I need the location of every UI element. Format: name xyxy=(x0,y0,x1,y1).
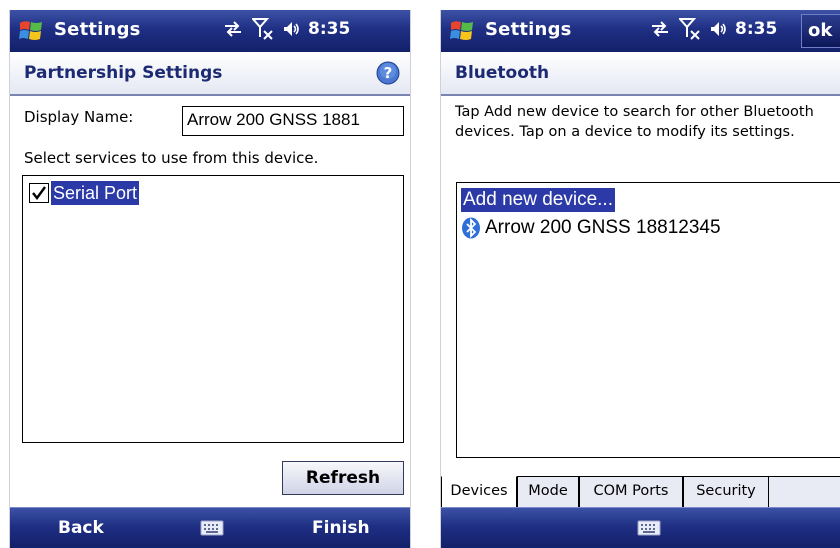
app-title: Settings xyxy=(54,19,141,40)
tab-strip: Devices Mode COM Ports Security xyxy=(441,476,840,509)
status-area: 8:35 xyxy=(222,17,350,41)
softkey-bar xyxy=(441,507,840,548)
keyboard-icon[interactable] xyxy=(200,519,224,541)
title-bar: Settings 8:35 xyxy=(10,10,410,52)
page-title: Partnership Settings xyxy=(24,63,223,83)
tab-devices[interactable]: Devices xyxy=(441,476,517,508)
list-item[interactable]: Serial Port xyxy=(29,181,140,205)
speaker-icon[interactable] xyxy=(709,20,727,38)
sync-arrows-icon[interactable] xyxy=(222,20,244,38)
title-bar: Settings 8:35 ok xyxy=(441,10,840,52)
svg-text:?: ? xyxy=(384,64,393,82)
clock[interactable]: 8:35 xyxy=(735,19,777,39)
keyboard-icon[interactable] xyxy=(637,519,661,541)
tab-mode[interactable]: Mode xyxy=(517,477,579,508)
refresh-button[interactable]: Refresh xyxy=(282,461,404,495)
sync-arrows-icon[interactable] xyxy=(649,20,671,38)
status-area: 8:35 xyxy=(649,17,777,41)
tab-com-ports[interactable]: COM Ports xyxy=(579,477,683,508)
help-icon[interactable]: ? xyxy=(376,61,400,89)
windows-flag-icon[interactable] xyxy=(18,19,44,43)
service-label[interactable]: Serial Port xyxy=(51,181,140,205)
back-button[interactable]: Back xyxy=(58,518,104,538)
display-name-label: Display Name: xyxy=(24,108,134,126)
no-signal-antenna-icon[interactable] xyxy=(679,17,701,41)
display-name-field[interactable]: Arrow 200 GNSS 1881 xyxy=(182,106,404,136)
section-header: Bluetooth xyxy=(441,52,840,96)
no-signal-antenna-icon[interactable] xyxy=(252,17,274,41)
services-instruction: Select services to use from this device. xyxy=(24,149,319,167)
tab-security[interactable]: Security xyxy=(683,477,769,508)
page-title: Bluetooth xyxy=(455,63,550,83)
device-list[interactable]: Add new device... Arrow 200 GNSS 1881234… xyxy=(456,182,840,458)
device-name: Arrow 200 GNSS 18812345 xyxy=(485,217,721,238)
finish-button[interactable]: Finish xyxy=(312,518,370,538)
bluetooth-instructions: Tap Add new device to search for other B… xyxy=(455,104,814,140)
ok-button[interactable]: ok xyxy=(801,14,840,48)
windows-flag-icon[interactable] xyxy=(449,19,475,43)
services-list[interactable]: Serial Port xyxy=(22,175,404,443)
checkmark-icon xyxy=(32,186,46,200)
speaker-icon[interactable] xyxy=(282,20,300,38)
section-header: Partnership Settings ? xyxy=(10,52,410,96)
softkey-bar: Back Finish xyxy=(10,507,410,548)
partnership-settings-screen: Settings 8:35 Partnership Settings ? Dis… xyxy=(9,10,411,548)
clock[interactable]: 8:35 xyxy=(308,19,350,39)
app-title: Settings xyxy=(485,19,572,40)
serial-port-checkbox[interactable] xyxy=(29,183,49,203)
bluetooth-icon xyxy=(462,217,480,239)
bluetooth-settings-screen: Settings 8:35 ok Bluetooth Tap Add new d… xyxy=(440,10,840,548)
add-new-device-item[interactable]: Add new device... xyxy=(461,188,615,212)
list-item[interactable]: Arrow 200 GNSS 18812345 xyxy=(461,216,721,240)
